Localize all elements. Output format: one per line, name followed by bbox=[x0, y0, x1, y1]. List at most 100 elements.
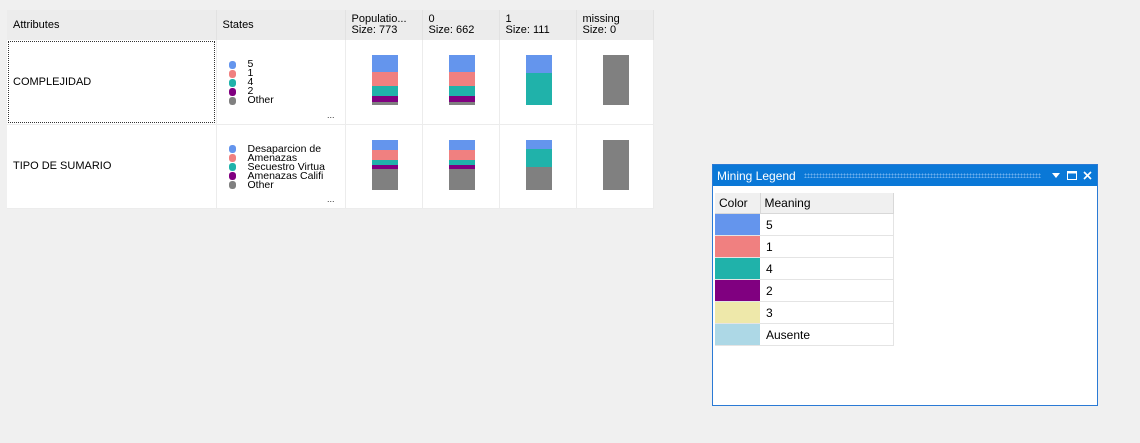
distribution-bar[interactable] bbox=[448, 139, 475, 190]
distribution-segment bbox=[448, 139, 475, 150]
attribute-name[interactable]: COMPLEJIDAD bbox=[7, 40, 217, 125]
distribution-segment bbox=[448, 102, 475, 105]
distribution-cell[interactable] bbox=[422, 124, 500, 209]
column-header-size: Size: 111 bbox=[505, 24, 550, 36]
column-header-1[interactable]: 1 Size: 111 bbox=[499, 10, 577, 40]
distribution-cell[interactable] bbox=[422, 40, 500, 125]
distribution-segment bbox=[525, 73, 552, 105]
legend-row[interactable]: 3 bbox=[715, 301, 894, 324]
state-item: 2 bbox=[228, 86, 345, 97]
distribution-segment bbox=[371, 55, 398, 72]
attribute-profile-table: Attributes States Populatio... Size: 773… bbox=[7, 10, 654, 209]
state-item: 4 bbox=[228, 77, 345, 88]
distribution-segment bbox=[371, 72, 398, 86]
state-item: 5 bbox=[228, 59, 345, 70]
state-color-swatch bbox=[228, 181, 236, 189]
distribution-segment bbox=[371, 102, 398, 105]
legend-meaning: 2 bbox=[760, 279, 894, 302]
table-row[interactable]: COMPLEJIDAD 5 1 4 2 Other ... bbox=[7, 40, 654, 125]
distribution-segment bbox=[602, 139, 629, 190]
column-header-states[interactable]: States bbox=[216, 10, 346, 40]
distribution-cell[interactable] bbox=[499, 124, 577, 209]
column-header-size: Size: 0 bbox=[582, 24, 617, 36]
distribution-segment bbox=[371, 139, 398, 150]
column-header-population[interactable]: Populatio... Size: 773 bbox=[345, 10, 423, 40]
more-states-ellipsis[interactable]: ... bbox=[327, 110, 335, 120]
legend-row[interactable]: 2 bbox=[715, 279, 894, 302]
legend-title-bar[interactable]: Mining Legend bbox=[713, 165, 1097, 186]
state-color-swatch bbox=[228, 154, 236, 162]
distribution-segment bbox=[525, 55, 552, 73]
distribution-cell[interactable] bbox=[345, 124, 423, 209]
state-color-swatch bbox=[228, 145, 236, 153]
distribution-segment bbox=[371, 168, 398, 190]
legend-row[interactable]: 1 bbox=[715, 235, 894, 258]
state-item: Amenazas Califi bbox=[228, 170, 345, 181]
mining-legend-window[interactable]: Mining Legend Color Meaning 5 1 4 2 3 Au… bbox=[712, 164, 1098, 406]
state-color-swatch bbox=[228, 172, 236, 180]
legend-header-row: Color Meaning bbox=[715, 193, 894, 214]
distribution-bar[interactable] bbox=[371, 139, 398, 190]
state-item: Other bbox=[228, 94, 345, 107]
state-color-swatch bbox=[228, 87, 236, 96]
distribution-segment bbox=[448, 168, 475, 190]
column-header-0[interactable]: 0 Size: 662 bbox=[422, 10, 500, 40]
legend-meaning: 1 bbox=[760, 235, 894, 258]
legend-color-swatch bbox=[715, 323, 760, 346]
legend-row[interactable]: 5 bbox=[715, 213, 894, 236]
distribution-bar[interactable] bbox=[371, 55, 398, 105]
state-color-swatch bbox=[228, 96, 236, 105]
legend-color-swatch bbox=[715, 257, 760, 280]
state-label: Other bbox=[247, 94, 274, 107]
state-label: Other bbox=[247, 178, 274, 191]
distribution-segment bbox=[448, 55, 475, 72]
state-color-swatch bbox=[228, 69, 236, 78]
attribute-name[interactable]: TIPO DE SUMARIO bbox=[7, 124, 217, 209]
column-header-size: Size: 662 bbox=[428, 24, 475, 36]
distribution-segment bbox=[371, 86, 398, 96]
close-icon[interactable] bbox=[1081, 169, 1094, 183]
distribution-segment bbox=[525, 139, 552, 149]
distribution-cell[interactable] bbox=[576, 124, 654, 209]
distribution-cell[interactable] bbox=[499, 40, 577, 125]
legend-row[interactable]: Ausente bbox=[715, 323, 894, 346]
dropdown-arrow-icon[interactable] bbox=[1049, 169, 1062, 183]
distribution-bar[interactable] bbox=[448, 55, 475, 105]
state-color-swatch bbox=[228, 60, 236, 69]
distribution-segment bbox=[602, 55, 629, 105]
distribution-segment bbox=[448, 86, 475, 96]
legend-meaning: 5 bbox=[760, 213, 894, 236]
distribution-bar[interactable] bbox=[602, 139, 629, 190]
distribution-segment bbox=[525, 166, 552, 190]
legend-meaning: 3 bbox=[760, 301, 894, 324]
distribution-segment bbox=[371, 149, 398, 160]
distribution-bar[interactable] bbox=[525, 139, 552, 190]
distribution-segment bbox=[448, 149, 475, 160]
distribution-bar[interactable] bbox=[525, 55, 552, 105]
legend-title: Mining Legend bbox=[717, 168, 796, 183]
legend-color-swatch bbox=[715, 301, 760, 324]
legend-table: Color Meaning 5 1 4 2 3 Ausente bbox=[715, 193, 894, 346]
column-header-missing[interactable]: missing Size: 0 bbox=[576, 10, 654, 40]
legend-color-swatch bbox=[715, 279, 760, 302]
drag-grip[interactable] bbox=[803, 173, 1041, 178]
distribution-cell[interactable] bbox=[576, 40, 654, 125]
column-header-attributes[interactable]: Attributes bbox=[7, 10, 217, 40]
more-states-ellipsis[interactable]: ... bbox=[327, 194, 335, 204]
distribution-cell[interactable] bbox=[345, 40, 423, 125]
legend-row[interactable]: 4 bbox=[715, 257, 894, 280]
distribution-bar[interactable] bbox=[602, 55, 629, 105]
state-item: 1 bbox=[228, 68, 345, 79]
header-row: Attributes States Populatio... Size: 773… bbox=[7, 10, 654, 40]
legend-column-color[interactable]: Color bbox=[715, 193, 761, 214]
legend-meaning: 4 bbox=[760, 257, 894, 280]
state-item: Other bbox=[228, 178, 345, 191]
table-row[interactable]: TIPO DE SUMARIO Desaparcion de Amenazas … bbox=[7, 124, 654, 209]
legend-column-meaning[interactable]: Meaning bbox=[760, 193, 894, 214]
legend-color-swatch bbox=[715, 213, 760, 236]
state-color-swatch bbox=[228, 163, 236, 171]
distribution-segment bbox=[448, 72, 475, 86]
legend-meaning: Ausente bbox=[760, 323, 894, 346]
state-color-swatch bbox=[228, 78, 236, 87]
maximize-icon[interactable] bbox=[1065, 169, 1078, 183]
